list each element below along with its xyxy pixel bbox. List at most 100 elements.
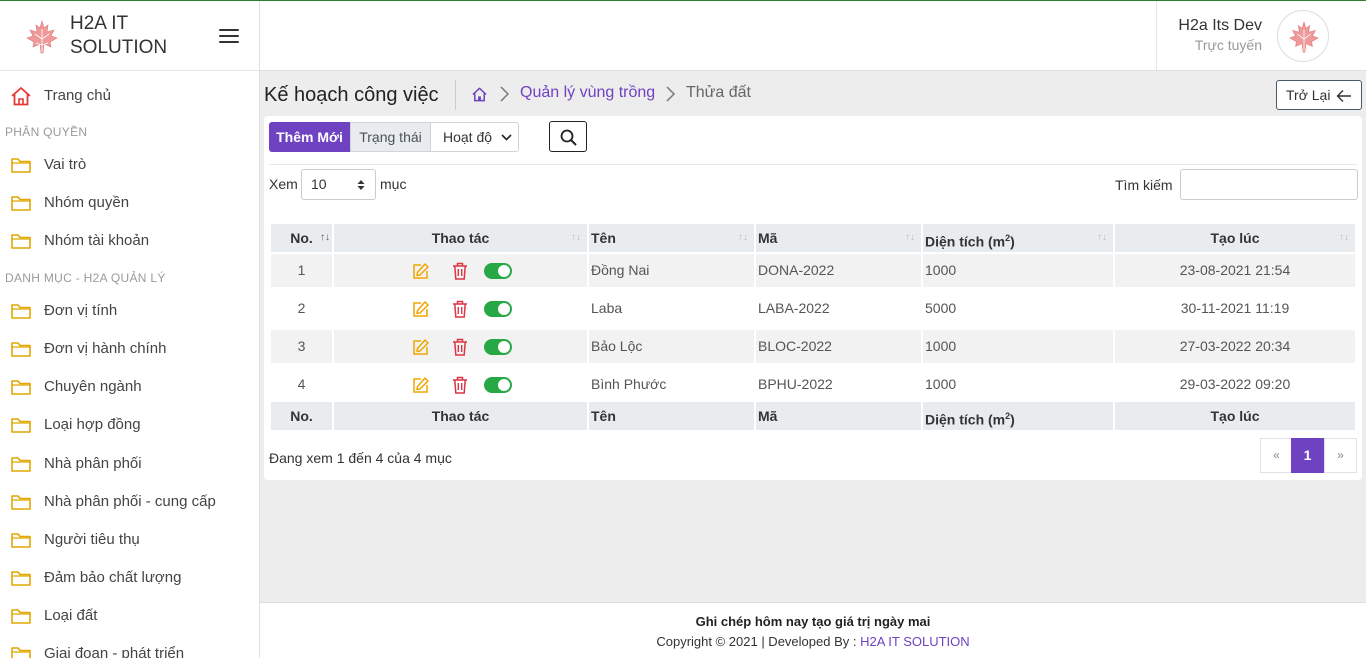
footer-slogan: Ghi chép hôm nay tạo giá trị ngày mai — [695, 614, 931, 629]
header-col-actions[interactable]: Thao tác ↑↓ — [334, 224, 587, 252]
edit-icon[interactable] — [412, 300, 430, 318]
user-name: H2a Its Dev — [1178, 17, 1262, 34]
add-new-button[interactable]: Thêm Mới — [269, 122, 350, 152]
status-toggle[interactable] — [484, 301, 512, 317]
page-title: Kế hoạch công việc — [264, 84, 439, 106]
header-col-code[interactable]: Mã ↑↓ — [756, 224, 921, 252]
edit-icon[interactable] — [412, 262, 430, 280]
status-filter-select[interactable]: Hoạt độ — [430, 122, 519, 152]
header-col-area[interactable]: Diện tích (m2) ↑↓ — [923, 224, 1113, 252]
header-label: Thao tác — [431, 408, 490, 424]
back-button[interactable]: Trở Lại — [1276, 80, 1362, 110]
trash-icon[interactable] — [452, 338, 468, 356]
page-length-select[interactable]: 10 — [301, 169, 376, 200]
folder-icon — [11, 304, 31, 319]
trash-icon[interactable] — [452, 300, 468, 318]
cell-code: BLOC-2022 — [756, 330, 921, 364]
sidebar-item-label: Chuyên ngành — [44, 378, 142, 395]
avatar[interactable] — [1277, 10, 1329, 62]
sidebar-item-perm-0[interactable]: Vai trò — [0, 146, 258, 184]
sidebar-item-catalog-9[interactable]: Giai đoạn - phát triển — [0, 635, 258, 658]
folder-icon — [11, 571, 31, 586]
sidebar-item-label: Vai trò — [44, 156, 87, 173]
cell-area: 5000 — [923, 292, 1113, 326]
sidebar-item-catalog-8[interactable]: Loại đất — [0, 597, 258, 635]
header-label: Diện tích (m — [925, 411, 1006, 428]
sidebar-item-catalog-2[interactable]: Chuyên ngành — [0, 368, 258, 406]
header-label: Tạo lúc — [1210, 230, 1260, 246]
folder-icon — [11, 234, 31, 249]
sidebar-item-catalog-3[interactable]: Loại hợp đồng — [0, 406, 258, 444]
header-label: Thao tác — [431, 230, 490, 246]
trash-icon[interactable] — [452, 262, 468, 280]
sidebar-item-catalog-1[interactable]: Đơn vị hành chính — [0, 330, 258, 368]
back-button-label: Trở Lại — [1286, 87, 1331, 103]
cell-name: Laba — [589, 292, 754, 326]
status-toggle[interactable] — [484, 339, 512, 355]
header-label: Tên — [591, 408, 616, 424]
cell-created: 29-03-2022 09:20 — [1115, 368, 1355, 402]
toolbar-divider — [269, 164, 1357, 165]
user-menu[interactable]: H2a Its Dev Trực tuyến — [1156, 1, 1366, 70]
sidebar-item-catalog-0[interactable]: Đơn vị tính — [0, 292, 258, 330]
toggle-knob — [498, 265, 510, 277]
status-toggle[interactable] — [484, 263, 512, 279]
search-button[interactable] — [549, 121, 587, 152]
folder-icon — [11, 647, 31, 658]
header-col-created[interactable]: Tạo lúc ↑↓ — [1115, 224, 1355, 252]
header-col-name[interactable]: Tên ↑↓ — [589, 224, 754, 252]
folder-icon — [11, 380, 31, 395]
header-label-close: ) — [1010, 233, 1015, 250]
cell-name: Bảo Lộc — [589, 330, 754, 364]
edit-icon[interactable] — [412, 338, 430, 356]
brand: H2A IT SOLUTION — [0, 1, 259, 71]
header-label: Diện tích (m — [925, 233, 1006, 250]
sidebar-item-perm-2[interactable]: Nhóm tài khoản — [0, 222, 258, 260]
pagination-next[interactable]: » — [1324, 438, 1357, 473]
cell-actions — [334, 330, 587, 364]
status-toggle[interactable] — [484, 377, 512, 393]
cell-no: 3 — [271, 330, 332, 364]
trash-icon[interactable] — [452, 376, 468, 394]
breadcrumb-parent[interactable]: Quản lý vùng trồng — [520, 84, 655, 102]
cell-code: DONA-2022 — [756, 254, 921, 288]
sidebar-item-label: Nhà phân phối — [44, 455, 142, 472]
sort-icon: ↑↓ — [1097, 232, 1107, 243]
pagination-page-current[interactable]: 1 — [1291, 438, 1324, 473]
maple-leaf-logo-icon — [26, 19, 58, 54]
hamburger-menu-icon[interactable] — [216, 25, 242, 47]
footer: Ghi chép hôm nay tạo giá trị ngày mai Co… — [260, 602, 1366, 658]
edit-icon[interactable] — [412, 376, 430, 394]
table-info: Đang xem 1 đến 4 của 4 mục — [269, 450, 452, 466]
sidebar-item-label: Đơn vị tính — [44, 302, 118, 319]
search-label: Tìm kiếm — [1115, 177, 1173, 193]
sidebar-item-label: Đơn vị hành chính — [44, 340, 167, 357]
maple-leaf-avatar-icon — [1289, 20, 1319, 53]
sort-icon: ↑↓ — [320, 232, 330, 243]
cell-name: Đồng Nai — [589, 254, 754, 288]
sidebar-item-catalog-6[interactable]: Người tiêu thụ — [0, 521, 258, 559]
cell-no: 1 — [271, 254, 332, 288]
header-col-area: Diện tích (m2) — [923, 402, 1113, 430]
company-link[interactable]: H2A IT SOLUTION — [860, 634, 970, 649]
header-col-no[interactable]: No. ↑↓ — [271, 224, 332, 252]
sidebar-item-label: Nhóm quyền — [44, 194, 130, 211]
sidebar-item-catalog-7[interactable]: Đảm bảo chất lượng — [0, 559, 258, 597]
pagination-prev[interactable]: « — [1260, 438, 1293, 473]
table-footer-header: No. Thao tác Tên Mã Diện tích (m2) Tạo lúc — [269, 400, 1357, 436]
folder-icon — [11, 495, 31, 510]
header-label: Tạo lúc — [1210, 408, 1260, 424]
sidebar-item-label: Nhóm tài khoản — [44, 232, 150, 249]
sidebar-item-catalog-4[interactable]: Nhà phân phối — [0, 445, 258, 483]
folder-icon — [11, 342, 31, 357]
sidebar-item-catalog-5[interactable]: Nhà phân phối - cung cấp — [0, 483, 258, 521]
folder-icon — [11, 196, 31, 211]
header-label: Mã — [758, 408, 778, 424]
sidebar-item-label: Nhà phân phối - cung cấp — [44, 493, 216, 510]
header-col-name: Tên — [589, 402, 754, 430]
sidebar-item-home[interactable]: Trang chủ — [0, 77, 258, 115]
sidebar-item-perm-1[interactable]: Nhóm quyền — [0, 184, 258, 222]
table-row: 1 Đồng Nai DONA-2022 1000 23-08-2021 21:54 — [269, 252, 1357, 288]
home-icon[interactable] — [471, 86, 488, 103]
table-search-input[interactable] — [1180, 169, 1358, 200]
